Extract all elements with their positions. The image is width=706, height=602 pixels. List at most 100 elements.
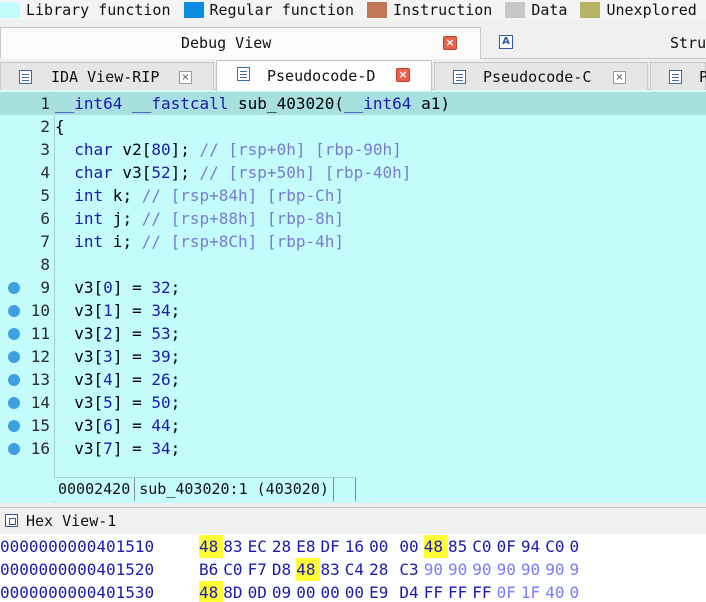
hex-byte[interactable]: 0 xyxy=(570,535,594,558)
code-token: int xyxy=(74,232,104,251)
code-token: 6 xyxy=(103,416,113,435)
close-icon[interactable]: × xyxy=(443,36,457,50)
close-icon[interactable]: × xyxy=(179,71,192,84)
hex-address: 0000000000401520 xyxy=(0,560,155,579)
tab-ida-view-rip[interactable]: IDA View-RIP × xyxy=(0,62,214,90)
hex-byte[interactable]: C0 xyxy=(545,535,569,558)
code-line[interactable]: 8 xyxy=(0,253,706,276)
hex-byte[interactable]: 90 xyxy=(448,558,472,581)
hex-byte[interactable]: B6 xyxy=(199,558,223,581)
code-token: v3[ xyxy=(112,163,152,182)
hex-byte[interactable]: 0F xyxy=(497,581,521,602)
hex-byte[interactable]: 1F xyxy=(521,581,545,602)
hex-byte[interactable]: 90 xyxy=(521,558,545,581)
hex-byte[interactable]: E8 xyxy=(296,535,320,558)
code-line[interactable]: 5 int k; // [rsp+84h] [rbp-Ch] xyxy=(0,184,706,207)
hex-byte[interactable]: 00 xyxy=(399,535,423,558)
code-token: v3[ xyxy=(55,347,104,366)
code-token: ; xyxy=(170,439,181,458)
hex-address: 0000000000401510 xyxy=(0,537,155,556)
hex-byte[interactable]: FF xyxy=(424,581,448,602)
hex-byte[interactable]: C4 xyxy=(345,558,369,581)
tab-structures[interactable]: A Stru xyxy=(483,27,706,59)
hex-byte[interactable]: 40 xyxy=(545,581,569,602)
hex-byte[interactable]: FF xyxy=(448,581,472,602)
hex-byte[interactable]: 8D xyxy=(223,581,247,602)
pseudocode-pane[interactable]: 1 __int64 __fastcall sub_403020(__int64 a… xyxy=(0,91,706,503)
hex-byte[interactable]: 90 xyxy=(545,558,569,581)
hex-byte[interactable]: D4 xyxy=(399,581,423,602)
code-token: k; xyxy=(103,186,142,205)
code-token: 2 xyxy=(103,324,113,343)
code-line[interactable]: 10 v3[1] = 34; xyxy=(0,299,706,322)
hex-byte[interactable]: 16 xyxy=(345,535,369,558)
hex-byte[interactable]: 94 xyxy=(521,535,545,558)
code-line[interactable]: 1 __int64 __fastcall sub_403020(__int64 a… xyxy=(0,92,706,115)
code-line[interactable]: 14 v3[5] = 50; xyxy=(0,391,706,414)
hex-byte[interactable]: 0D xyxy=(248,581,272,602)
hex-view-body[interactable]: 0000000000401510 48 83 EC 28 E8 DF 16 00 00 48 85 C0… xyxy=(0,534,706,602)
tab-pseudocode-d[interactable]: Pseudocode-D × xyxy=(216,60,432,91)
hex-byte[interactable]: F7 xyxy=(248,558,272,581)
hex-byte[interactable]: 48 xyxy=(199,581,223,602)
code-token: 80 xyxy=(151,140,171,159)
code-line[interactable]: 2{ xyxy=(0,115,706,138)
status-location: sub_403020:1 (403020) xyxy=(135,478,334,501)
legend-item: Library function xyxy=(0,1,171,19)
hex-byte[interactable]: 00 xyxy=(321,581,345,602)
code-line[interactable]: 9 v3[0] = 32; xyxy=(0,276,706,299)
line-number: 11 xyxy=(30,324,50,343)
code-token: 1 xyxy=(103,301,113,320)
code-line[interactable]: 7 int i; // [rsp+8Ch] [rbp-4h] xyxy=(0,230,706,253)
line-number: 12 xyxy=(30,347,50,366)
hex-byte[interactable]: EC xyxy=(248,535,272,558)
document-icon xyxy=(237,67,250,81)
tab-structures-label: Stru xyxy=(670,34,706,52)
hex-byte[interactable]: C0 xyxy=(223,558,247,581)
hex-byte[interactable]: FF xyxy=(472,581,496,602)
hex-byte[interactable]: 9 xyxy=(570,558,594,581)
hex-byte[interactable]: 28 xyxy=(369,558,393,581)
hex-byte[interactable]: 09 xyxy=(272,581,296,602)
code-line[interactable]: 16 v3[7] = 34; xyxy=(0,437,706,460)
tab-overflow[interactable]: P xyxy=(650,62,706,90)
code-token: v3[ xyxy=(55,278,104,297)
tab-pseudocode-c[interactable]: Pseudocode-C × xyxy=(434,62,648,90)
hex-byte[interactable]: 00 xyxy=(369,535,393,558)
hex-byte[interactable]: C0 xyxy=(472,535,496,558)
tab-pseudocode-c-label: Pseudocode-C xyxy=(483,68,592,86)
code-line[interactable]: 6 int j; // [rsp+88h] [rbp-8h] xyxy=(0,207,706,230)
hex-byte[interactable]: C3 xyxy=(399,558,423,581)
sub-tab-row: IDA View-RIP × Pseudocode-D × Pseudocode… xyxy=(0,60,706,91)
hex-byte[interactable]: 48 xyxy=(423,535,448,558)
code-token: ; xyxy=(170,347,181,366)
tab-debug-view[interactable]: Debug View × xyxy=(0,27,481,59)
hex-byte[interactable]: 90 xyxy=(424,558,448,581)
hex-byte[interactable]: 90 xyxy=(497,558,521,581)
hex-byte[interactable]: 90 xyxy=(472,558,496,581)
close-icon[interactable]: × xyxy=(396,68,410,82)
code-line[interactable]: 13 v3[4] = 26; xyxy=(0,368,706,391)
hex-byte[interactable]: E9 xyxy=(369,581,393,602)
legend-label: Instruction xyxy=(393,1,493,19)
hex-byte[interactable]: 0 xyxy=(570,581,594,602)
hex-byte[interactable]: 00 xyxy=(296,581,320,602)
hex-byte[interactable]: 0F xyxy=(497,535,521,558)
hex-byte[interactable]: 28 xyxy=(272,535,296,558)
hex-byte[interactable]: 85 xyxy=(448,535,472,558)
hex-byte[interactable]: D8 xyxy=(272,558,296,581)
code-line[interactable]: 3 char v2[80]; // [rsp+0h] [rbp-90h] xyxy=(0,138,706,161)
hex-byte[interactable]: DF xyxy=(321,535,345,558)
hex-byte[interactable]: 48 xyxy=(296,558,321,581)
code-line[interactable]: 12 v3[3] = 39; xyxy=(0,345,706,368)
code-line[interactable]: 15 v3[6] = 44; xyxy=(0,414,706,437)
close-icon[interactable]: × xyxy=(613,71,626,84)
hex-byte[interactable]: 83 xyxy=(223,535,247,558)
code-line[interactable]: 4 char v3[52]; // [rsp+50h] [rbp-40h] xyxy=(0,161,706,184)
hex-view-header[interactable]: Hex View-1 xyxy=(0,507,706,533)
code-token: a1) xyxy=(411,94,450,113)
hex-byte[interactable]: 83 xyxy=(321,558,345,581)
hex-byte[interactable]: 00 xyxy=(345,581,369,602)
code-line[interactable]: 11 v3[2] = 53; xyxy=(0,322,706,345)
hex-byte[interactable]: 48 xyxy=(199,535,223,558)
